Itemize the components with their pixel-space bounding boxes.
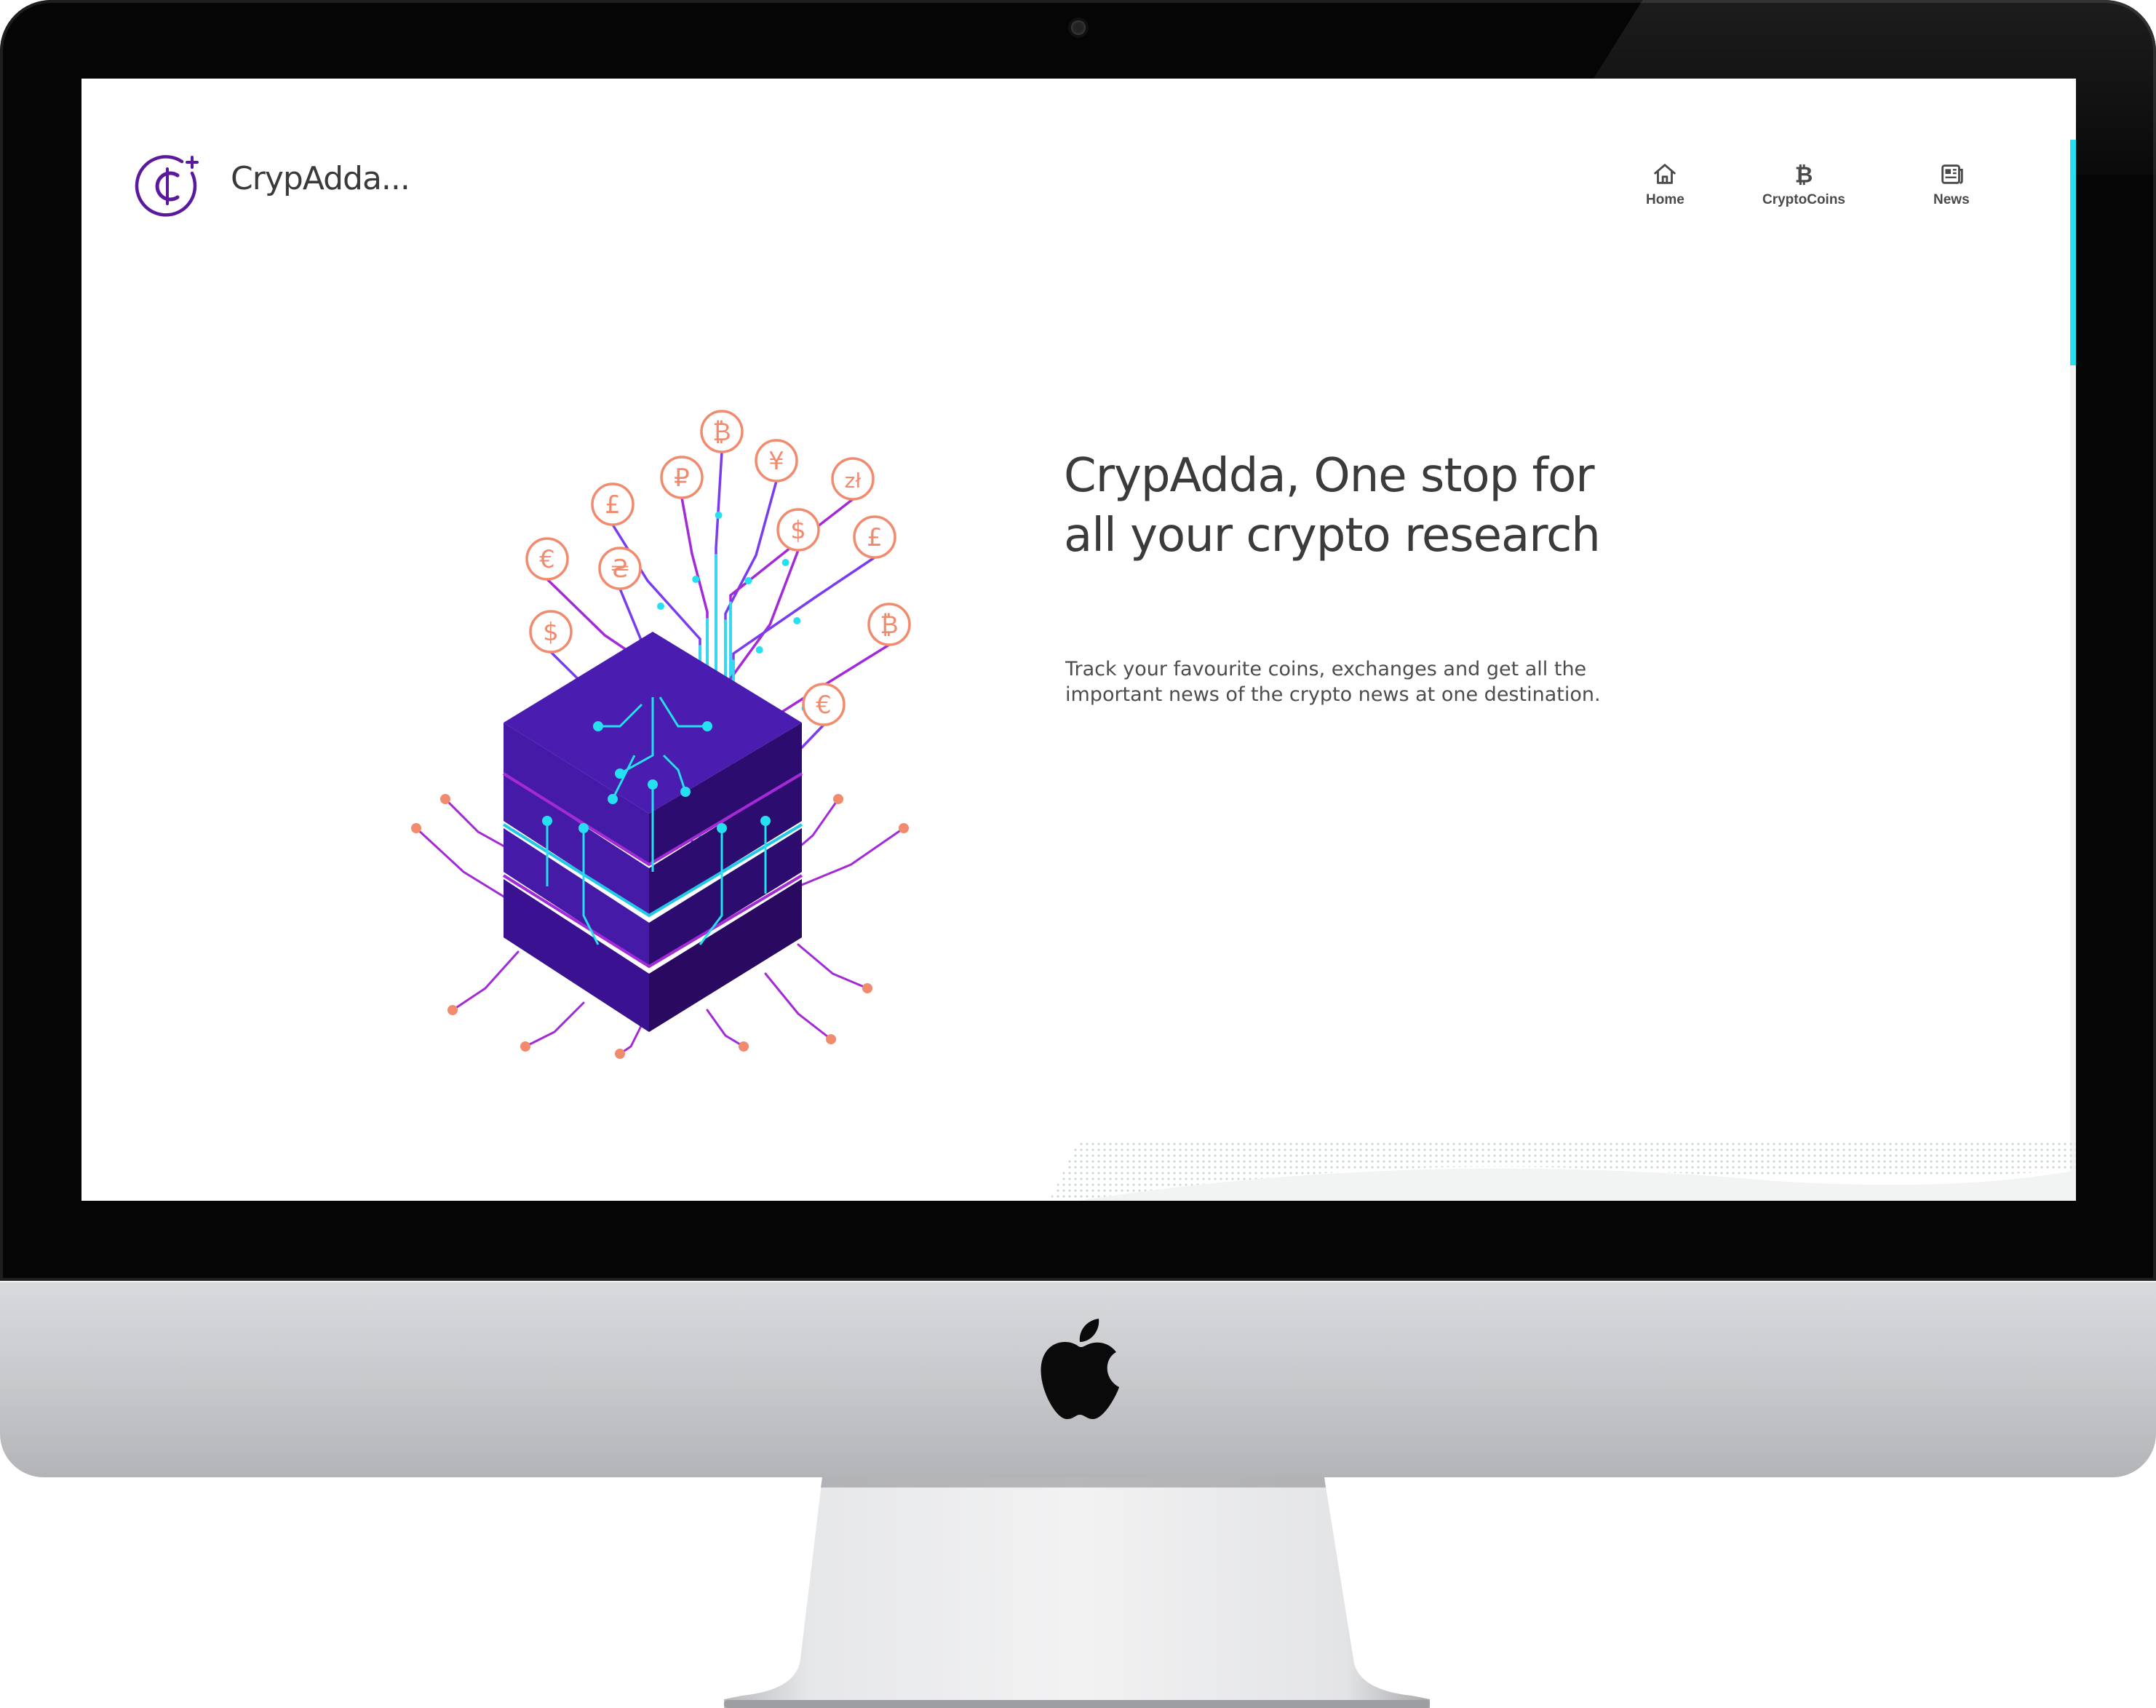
currency-coin-icon: ¥ [755, 439, 798, 482]
currency-coin-icon: £ [853, 515, 896, 559]
monitor-stand [724, 1477, 1430, 1708]
circuit-node [739, 1041, 749, 1052]
circuit-node [520, 1041, 530, 1052]
hero-subtitle: Track your favourite coins, exchanges an… [1065, 658, 1601, 706]
currency-coin-icon: ₽ [660, 456, 704, 499]
currency-coin-icon: € [802, 683, 846, 726]
apple-logo-icon [1041, 1319, 1119, 1419]
svg-text:₽: ₽ [674, 464, 690, 493]
circuit-node [755, 646, 763, 654]
monitor-chin [0, 1281, 2156, 1477]
circuit-node [447, 1005, 458, 1015]
circuit-node [615, 768, 625, 779]
monitor-bezel: CrypAdda... Home ₿ CryptoCoins News ₿ ₽ … [0, 0, 2156, 1281]
circuit-node [578, 823, 589, 833]
nav-label-news: News [1933, 192, 1970, 207]
currency-coin-icon: ₿ [867, 603, 911, 646]
nav-label-cryptocoins: CryptoCoins [1762, 192, 1845, 207]
circuit-node [702, 721, 712, 731]
circuit-node [717, 823, 727, 833]
svg-text:₿: ₿ [880, 611, 898, 640]
svg-text:€: € [539, 545, 555, 574]
svg-text:₿: ₿ [712, 418, 731, 447]
circuit-node [833, 794, 843, 804]
svg-text:£: £ [867, 523, 883, 552]
crypto-tree-illustration: ₿₽¥zł£$£€₴₿$kr€ [411, 410, 911, 1059]
circuit-node [760, 816, 771, 826]
svg-text:₿: ₿ [1795, 162, 1813, 188]
svg-text:€: € [816, 691, 832, 720]
top-strip [81, 79, 2076, 140]
circuit-node [793, 617, 801, 624]
nav-item-news[interactable]: News [1933, 160, 1970, 208]
svg-text:¥: ¥ [768, 447, 784, 476]
circuit-node [440, 794, 450, 804]
nav-label-home: Home [1646, 192, 1684, 207]
circuit-node [826, 1034, 836, 1044]
circuit-node [862, 983, 872, 993]
crypadda-logo-icon[interactable] [134, 151, 204, 221]
circuit-node [411, 823, 421, 833]
svg-text:$: $ [790, 516, 806, 545]
svg-text:£: £ [605, 490, 621, 520]
bitcoin-icon: ₿ [1795, 162, 1813, 188]
circuit-node [657, 603, 664, 610]
currency-coin-icon: $ [776, 508, 820, 552]
circuit-node [692, 576, 700, 583]
circuit-node [744, 577, 752, 584]
nav-item-cryptocoins[interactable]: ₿ CryptoCoins [1762, 160, 1845, 208]
circuit-node [648, 779, 658, 790]
hero-title: CrypAdda, One stop for all your crypto r… [1064, 449, 1601, 563]
nav-item-home[interactable]: Home [1646, 160, 1684, 208]
circuit-node [608, 794, 618, 804]
currency-coin-icon: zł [831, 457, 875, 501]
circuit-node [615, 1049, 625, 1059]
circuit-node [899, 823, 909, 833]
circuit-node [593, 721, 603, 731]
brand-name[interactable]: CrypAdda... [231, 160, 410, 197]
currency-coin-icon: ₴ [598, 547, 642, 590]
imac-mockup: CrypAdda... Home ₿ CryptoCoins News ₿ ₽ … [0, 0, 2156, 1708]
svg-text:zł: zł [845, 469, 862, 493]
browser-viewport: CrypAdda... Home ₿ CryptoCoins News ₿ ₽ … [81, 79, 2076, 1201]
decorative-wave [1049, 1141, 2076, 1201]
svg-text:₴: ₴ [610, 555, 629, 584]
currency-coin-icon: $ [529, 610, 573, 654]
circuit-node [542, 816, 552, 826]
home-icon [1654, 164, 1676, 184]
currency-coin-icon: £ [591, 482, 635, 526]
scrollbar-thumb[interactable] [2070, 140, 2076, 365]
circuit-node [781, 559, 789, 566]
circuit-node [715, 512, 723, 519]
currency-coin-icon: € [525, 537, 569, 581]
camera-icon [1071, 20, 1086, 35]
currency-coin-icon: ₿ [700, 410, 744, 453]
newspaper-icon [1941, 164, 1963, 184]
circuit-node [680, 787, 691, 797]
svg-text:$: $ [543, 618, 559, 647]
